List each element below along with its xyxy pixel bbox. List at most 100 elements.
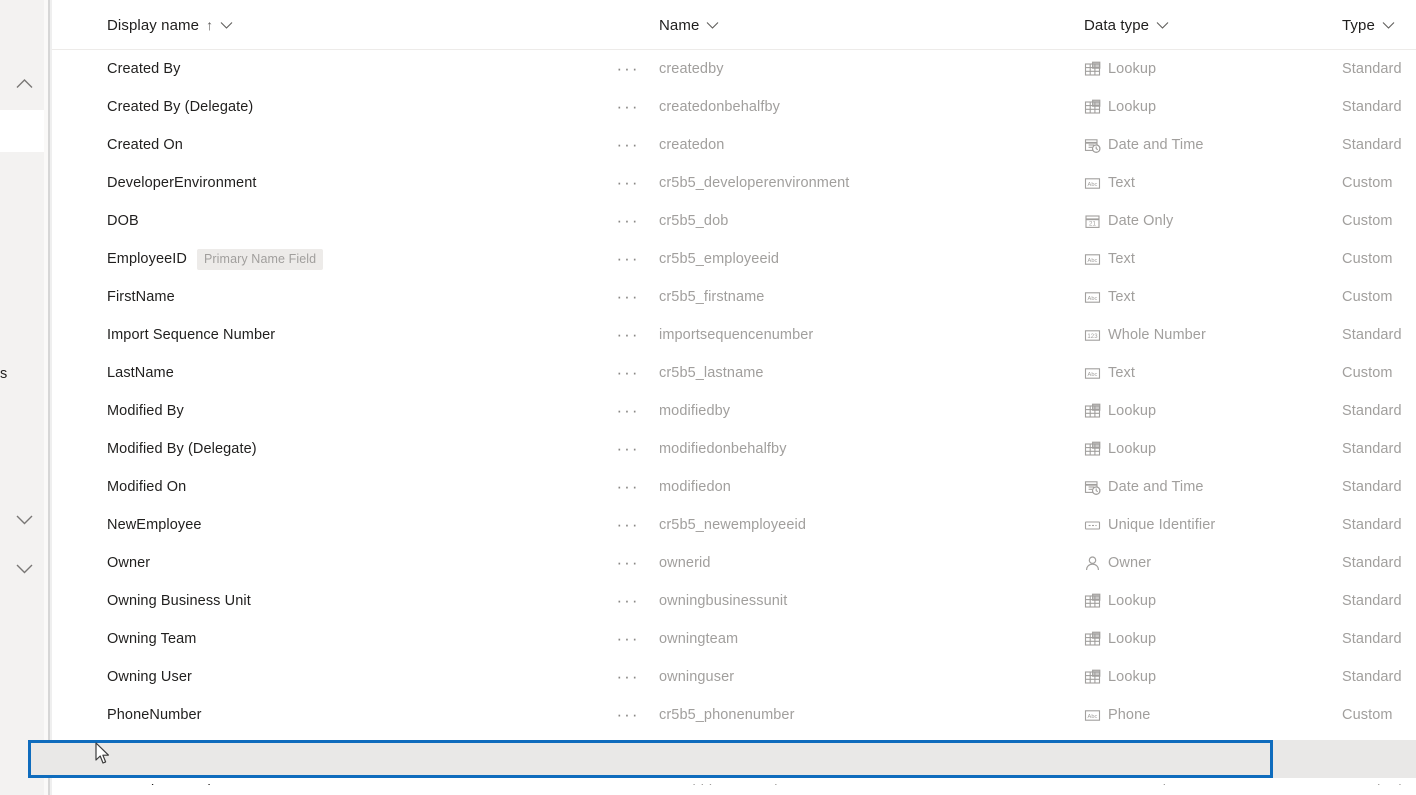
cell-type: Standard bbox=[1342, 403, 1402, 419]
row-more-options-button[interactable]: ··· bbox=[608, 392, 648, 430]
data-type-text: Lookup bbox=[1108, 593, 1157, 609]
cell-display-name[interactable]: PhoneNumber bbox=[107, 696, 202, 734]
row-more-options-button[interactable]: ··· bbox=[608, 278, 648, 316]
table-row[interactable]: Modified By ··· modifiedby Lookup Standard bbox=[52, 392, 1416, 430]
cell-display-name[interactable]: Modified By (Delegate) bbox=[107, 430, 257, 468]
cell-display-name[interactable]: Owner bbox=[107, 544, 150, 582]
svg-text:21: 21 bbox=[1089, 220, 1097, 227]
cell-logical-name: owninguser bbox=[659, 669, 735, 685]
table-row[interactable]: Modified On ··· modifiedon Date and Time Sta… bbox=[52, 468, 1416, 506]
text-icon: Abc bbox=[1084, 289, 1101, 306]
row-more-options-button[interactable]: ··· bbox=[608, 316, 648, 354]
row-more-options-button[interactable]: ··· bbox=[608, 582, 648, 620]
cell-type: Standard bbox=[1342, 669, 1402, 685]
table-row[interactable]: PhoneNumber ··· cr5b5_phonenumber Abc Phone C… bbox=[52, 696, 1416, 734]
chevron-up-icon[interactable] bbox=[10, 72, 38, 94]
table-row[interactable]: Created On ··· createdon Date and Time Stand… bbox=[52, 126, 1416, 164]
svg-text:Abc: Abc bbox=[1088, 296, 1098, 302]
chevron-down-icon[interactable] bbox=[706, 21, 719, 29]
display-name-text: Modified By (Delegate) bbox=[107, 441, 257, 457]
table-row[interactable]: NewEmployee ··· cr5b5_newemployeeid Unique … bbox=[52, 506, 1416, 544]
cell-display-name[interactable]: DOB bbox=[107, 202, 139, 240]
row-more-options-button[interactable]: ··· bbox=[608, 468, 648, 506]
lookup-icon bbox=[1084, 403, 1101, 420]
chevron-down-icon[interactable] bbox=[1156, 21, 1169, 29]
table-row[interactable]: Created By (Delegate) ··· createdonbehalfb… bbox=[52, 88, 1416, 126]
cell-display-name[interactable]: Import Sequence Number bbox=[107, 316, 275, 354]
table-row[interactable]: Owning User ··· owninguser Lookup Standard bbox=[52, 658, 1416, 696]
cell-display-name[interactable]: EmployeeID Primary Name Field bbox=[107, 240, 324, 278]
cell-display-name[interactable]: Owning Business Unit bbox=[107, 582, 251, 620]
cell-display-name[interactable]: Created By (Delegate) bbox=[107, 88, 253, 126]
cell-display-name[interactable]: Created On bbox=[107, 126, 183, 164]
data-type-text: Text bbox=[1108, 365, 1135, 381]
chevron-down-icon[interactable] bbox=[1382, 21, 1395, 29]
column-header-name[interactable]: Name bbox=[659, 0, 719, 50]
display-name-text: PhoneNumber bbox=[107, 707, 202, 723]
cell-data-type: Lookup bbox=[1084, 88, 1156, 126]
row-more-options-button[interactable]: ··· bbox=[608, 126, 648, 164]
table-row[interactable]: EmployeeID Primary Name Field ··· cr5b5_emp… bbox=[52, 240, 1416, 278]
cell-data-type: Lookup bbox=[1084, 50, 1156, 88]
rail-truncated-label: s bbox=[0, 366, 8, 382]
table-row[interactable]: Created By ··· createdby Lookup Standard bbox=[52, 50, 1416, 88]
display-name-text: Import Sequence Number bbox=[107, 327, 276, 343]
column-header-display-name[interactable]: Display name ↑ bbox=[107, 0, 233, 50]
row-more-options-button[interactable]: ··· bbox=[608, 240, 648, 278]
table-row[interactable]: Modified By (Delegate) ··· modifiedonbehal… bbox=[52, 430, 1416, 468]
row-more-options-button[interactable]: ··· bbox=[608, 506, 648, 544]
display-name-text: Created By bbox=[107, 61, 181, 77]
cell-data-type: Lookup bbox=[1084, 392, 1156, 430]
display-name-text: EmployeeID bbox=[107, 251, 187, 267]
display-name-text: Owning Business Unit bbox=[107, 593, 251, 609]
cell-logical-name: createdon bbox=[659, 137, 725, 153]
row-more-options-button[interactable]: ··· bbox=[608, 202, 648, 240]
lookup-icon bbox=[1084, 669, 1101, 686]
cell-display-name[interactable]: Owning User bbox=[107, 658, 192, 696]
row-more-options-button[interactable]: ··· bbox=[608, 50, 648, 88]
column-header-type[interactable]: Type bbox=[1342, 0, 1395, 50]
cell-data-type: Abc Text bbox=[1084, 354, 1135, 392]
table-row[interactable]: DOB ··· cr5b5_dob 21 Date Only Custom bbox=[52, 202, 1416, 240]
chevron-down-icon[interactable] bbox=[10, 557, 38, 579]
cell-type: Standard bbox=[1342, 441, 1402, 457]
cell-type: Standard bbox=[1342, 555, 1402, 571]
svg-text:Abc: Abc bbox=[1088, 714, 1098, 720]
table-row[interactable]: Import Sequence Number ··· importsequencen… bbox=[52, 316, 1416, 354]
row-more-options-button[interactable]: ··· bbox=[608, 696, 648, 734]
row-more-options-button[interactable]: ··· bbox=[608, 544, 648, 582]
table-row[interactable]: DeveloperEnvironment ··· cr5b5_developeren… bbox=[52, 164, 1416, 202]
lookup-icon bbox=[1084, 441, 1101, 458]
cell-display-name[interactable]: LastName bbox=[107, 354, 174, 392]
cell-data-type: Abc Text bbox=[1084, 278, 1135, 316]
table-row[interactable]: LastName ··· cr5b5_lastname Abc Text Custom bbox=[52, 354, 1416, 392]
table-row[interactable]: Owner ··· ownerid Owner Standard bbox=[52, 544, 1416, 582]
chevron-down-icon[interactable] bbox=[10, 508, 38, 530]
cell-display-name[interactable]: FirstName bbox=[107, 278, 175, 316]
whole-number-icon: 123 bbox=[1084, 327, 1101, 344]
display-name-text: Record Created On bbox=[107, 783, 234, 785]
row-more-options-button[interactable]: ··· bbox=[608, 164, 648, 202]
row-more-options-button[interactable]: ··· bbox=[608, 620, 648, 658]
column-header-data-type[interactable]: Data type bbox=[1084, 0, 1169, 50]
row-more-options-button[interactable]: ··· bbox=[608, 430, 648, 468]
cell-display-name[interactable]: Modified By bbox=[107, 392, 184, 430]
table-row[interactable]: Owning Business Unit ··· owningbusinessuni… bbox=[52, 582, 1416, 620]
row-more-options-button[interactable]: ··· bbox=[608, 658, 648, 696]
cell-display-name[interactable]: Modified On bbox=[107, 468, 186, 506]
table-row[interactable]: FirstName ··· cr5b5_firstname Abc Text Custom bbox=[52, 278, 1416, 316]
row-more-options-button[interactable]: ··· bbox=[608, 88, 648, 126]
cell-display-name[interactable]: Owning Team bbox=[107, 620, 197, 658]
cell-display-name[interactable]: NewEmployee bbox=[107, 506, 202, 544]
cell-logical-name: cr5b5_phonenumber bbox=[659, 707, 795, 723]
data-type-text: Owner bbox=[1108, 555, 1152, 571]
chevron-down-icon[interactable] bbox=[220, 21, 233, 29]
cell-display-name[interactable]: Created By bbox=[107, 50, 181, 88]
cell-display-name[interactable]: DeveloperEnvironment bbox=[107, 164, 257, 202]
cell-logical-name: createdby bbox=[659, 61, 724, 77]
table-row[interactable]: Owning Team ··· owningteam Lookup Standard bbox=[52, 620, 1416, 658]
selected-row-background-overflow bbox=[1273, 740, 1416, 778]
text-icon: Abc bbox=[1084, 365, 1101, 382]
display-name-text: Created By (Delegate) bbox=[107, 99, 254, 115]
row-more-options-button[interactable]: ··· bbox=[608, 354, 648, 392]
